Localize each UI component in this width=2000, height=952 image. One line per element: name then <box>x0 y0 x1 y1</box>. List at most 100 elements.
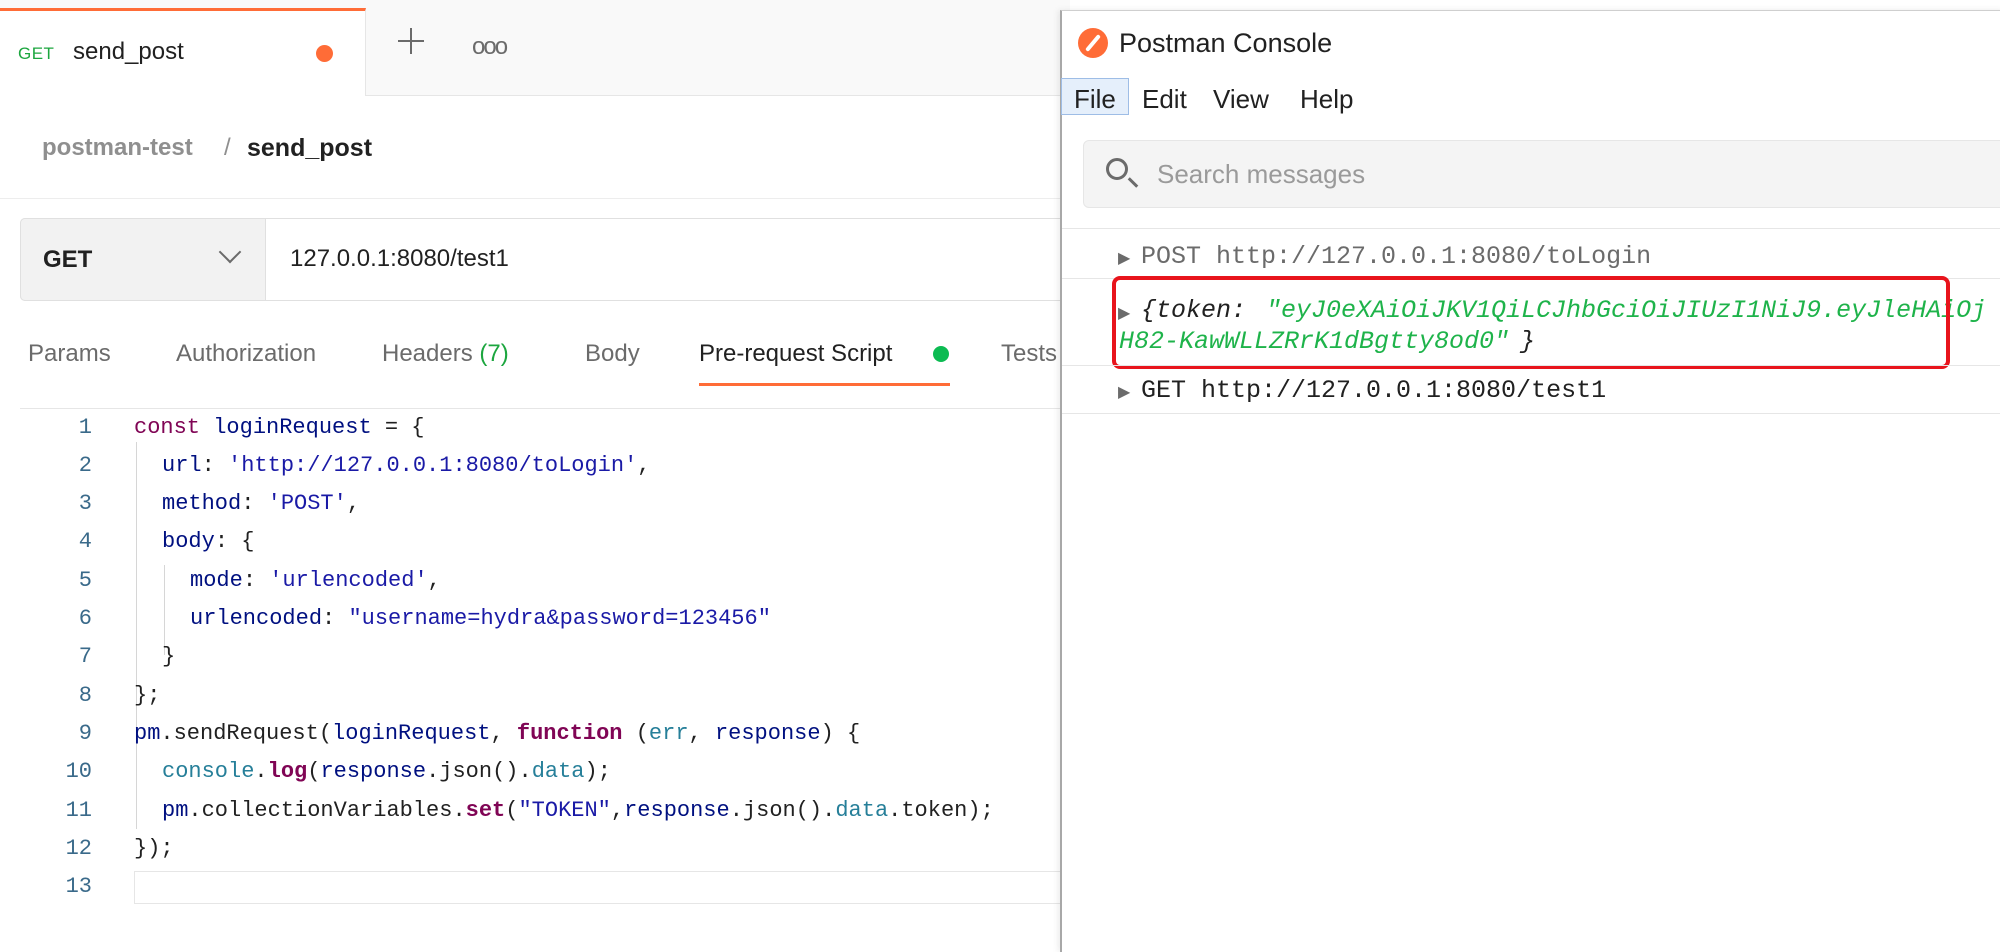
code-token: "TOKEN" <box>518 798 611 823</box>
menu-file[interactable]: File <box>1066 82 1124 117</box>
code-line-1: const loginRequest = { <box>134 415 424 440</box>
line-number: 4 <box>78 529 92 554</box>
code-line-10: console.log(response.json().data); <box>162 759 611 784</box>
expand-caret-icon[interactable]: ▶ <box>1118 382 1130 402</box>
search-messages-input[interactable] <box>1155 156 1659 192</box>
method-select-label: GET <box>43 246 93 273</box>
code-token: response <box>320 759 427 784</box>
log-entry-get[interactable]: GET http://127.0.0.1:8080/test1 <box>1141 376 1606 405</box>
script-indicator-dot <box>933 346 949 362</box>
line-number: 8 <box>78 683 92 708</box>
code-token: .sendRequest( <box>160 721 333 746</box>
code-token: url <box>162 453 202 478</box>
code-line-8: }; <box>134 683 161 708</box>
line-number: 3 <box>78 491 92 516</box>
code-token: 'urlencoded' <box>269 568 428 593</box>
indent-guide <box>136 442 137 829</box>
line-number: 13 <box>65 874 92 899</box>
editor-current-line[interactable] <box>134 871 1070 904</box>
tab-headers-count: (7) <box>479 340 509 367</box>
code-token: , <box>688 721 715 746</box>
code-token: response <box>714 721 821 746</box>
token-highlight-box <box>1112 276 1950 369</box>
menu-edit[interactable]: Edit <box>1134 82 1195 117</box>
code-token: data <box>835 798 889 823</box>
code-token: const <box>134 415 214 440</box>
code-line-7: } <box>162 644 176 669</box>
code-token: function <box>516 721 623 746</box>
code-token: loginRequest <box>332 721 491 746</box>
code-line-6: urlencoded: "username=hydra&password=123… <box>190 606 771 631</box>
code-token: = { <box>371 415 425 440</box>
code-token: err <box>648 721 689 746</box>
code-token: response <box>624 798 730 823</box>
code-token: ( <box>307 759 321 784</box>
code-token: method <box>162 491 242 516</box>
code-line-11: pm.collectionVariables.set("TOKEN",respo… <box>162 798 994 823</box>
console-title: Postman Console <box>1119 28 1333 58</box>
code-token: , <box>427 568 441 593</box>
tab-method-label: GET <box>18 44 55 63</box>
tab-name[interactable]: send_post <box>73 38 184 66</box>
code-token: ( <box>622 721 649 746</box>
code-token: ); <box>584 759 611 784</box>
code-token: , <box>610 798 625 823</box>
expand-caret-icon[interactable]: ▶ <box>1118 248 1130 268</box>
tab-body[interactable]: Body <box>585 340 640 368</box>
code-token: mode <box>190 568 243 593</box>
code-token: . <box>254 759 268 784</box>
code-token: urlencoded <box>190 606 323 631</box>
tab-params[interactable]: Params <box>28 340 111 368</box>
log-divider <box>1062 365 2000 366</box>
code-token: .token); <box>888 798 994 823</box>
code-line-12: }); <box>134 836 174 861</box>
code-token: data <box>531 759 585 784</box>
code-line-5: mode: 'urlencoded', <box>190 568 441 593</box>
line-number: 12 <box>65 836 92 861</box>
active-tab-underline <box>699 383 950 386</box>
code-token: .collectionVariables. <box>188 798 466 823</box>
code-token: ) { <box>820 721 861 746</box>
code-token: "username=hydra&password=123456" <box>348 606 771 631</box>
code-token: : <box>242 568 270 593</box>
breadcrumb-request-name[interactable]: send_post <box>247 134 372 163</box>
code-token: .json(). <box>729 798 836 823</box>
tab-tests[interactable]: Tests <box>1001 340 1057 368</box>
menu-help[interactable]: Help <box>1292 82 1361 117</box>
code-token: console <box>162 759 255 784</box>
line-number: 1 <box>78 415 92 440</box>
code-token: ( <box>505 798 519 823</box>
unsaved-changes-dot <box>316 45 333 62</box>
tab-prerequest-script[interactable]: Pre-request Script <box>699 340 892 368</box>
postman-logo-icon <box>1078 28 1108 58</box>
line-number: 10 <box>65 759 92 784</box>
search-icon <box>1106 158 1128 180</box>
tab-headers-label: Headers <box>382 340 473 367</box>
url-input[interactable]: 127.0.0.1:8080/test1 <box>290 245 509 273</box>
line-number: 7 <box>78 644 92 669</box>
code-token: log <box>267 759 308 784</box>
log-divider <box>1062 228 2000 229</box>
indent-guide <box>164 565 165 655</box>
code-token: loginRequest <box>213 415 372 440</box>
menu-view[interactable]: View <box>1205 82 1277 117</box>
new-tab-plus-icon[interactable] <box>396 26 426 56</box>
breadcrumb-collection[interactable]: postman-test <box>42 134 193 162</box>
more-tabs-icon[interactable]: ooo <box>472 33 508 61</box>
line-number: 9 <box>78 721 92 746</box>
code-token: pm <box>162 798 189 823</box>
code-token: .json(). <box>426 759 532 784</box>
line-number: 6 <box>78 606 92 631</box>
code-token: , <box>637 453 651 478</box>
code-token: , <box>490 721 517 746</box>
line-number: 2 <box>78 453 92 478</box>
code-token: , <box>346 491 361 516</box>
code-token: 'http://127.0.0.1:8080/toLogin' <box>228 453 638 478</box>
log-entry-post[interactable]: POST http://127.0.0.1:8080/toLogin <box>1141 242 1651 271</box>
line-number: 11 <box>65 798 92 823</box>
tab-headers[interactable]: Headers (7) <box>382 340 509 368</box>
code-token: body <box>162 529 215 554</box>
code-token: 'POST' <box>267 491 347 516</box>
tab-authorization[interactable]: Authorization <box>176 340 316 368</box>
code-token: : <box>201 453 229 478</box>
